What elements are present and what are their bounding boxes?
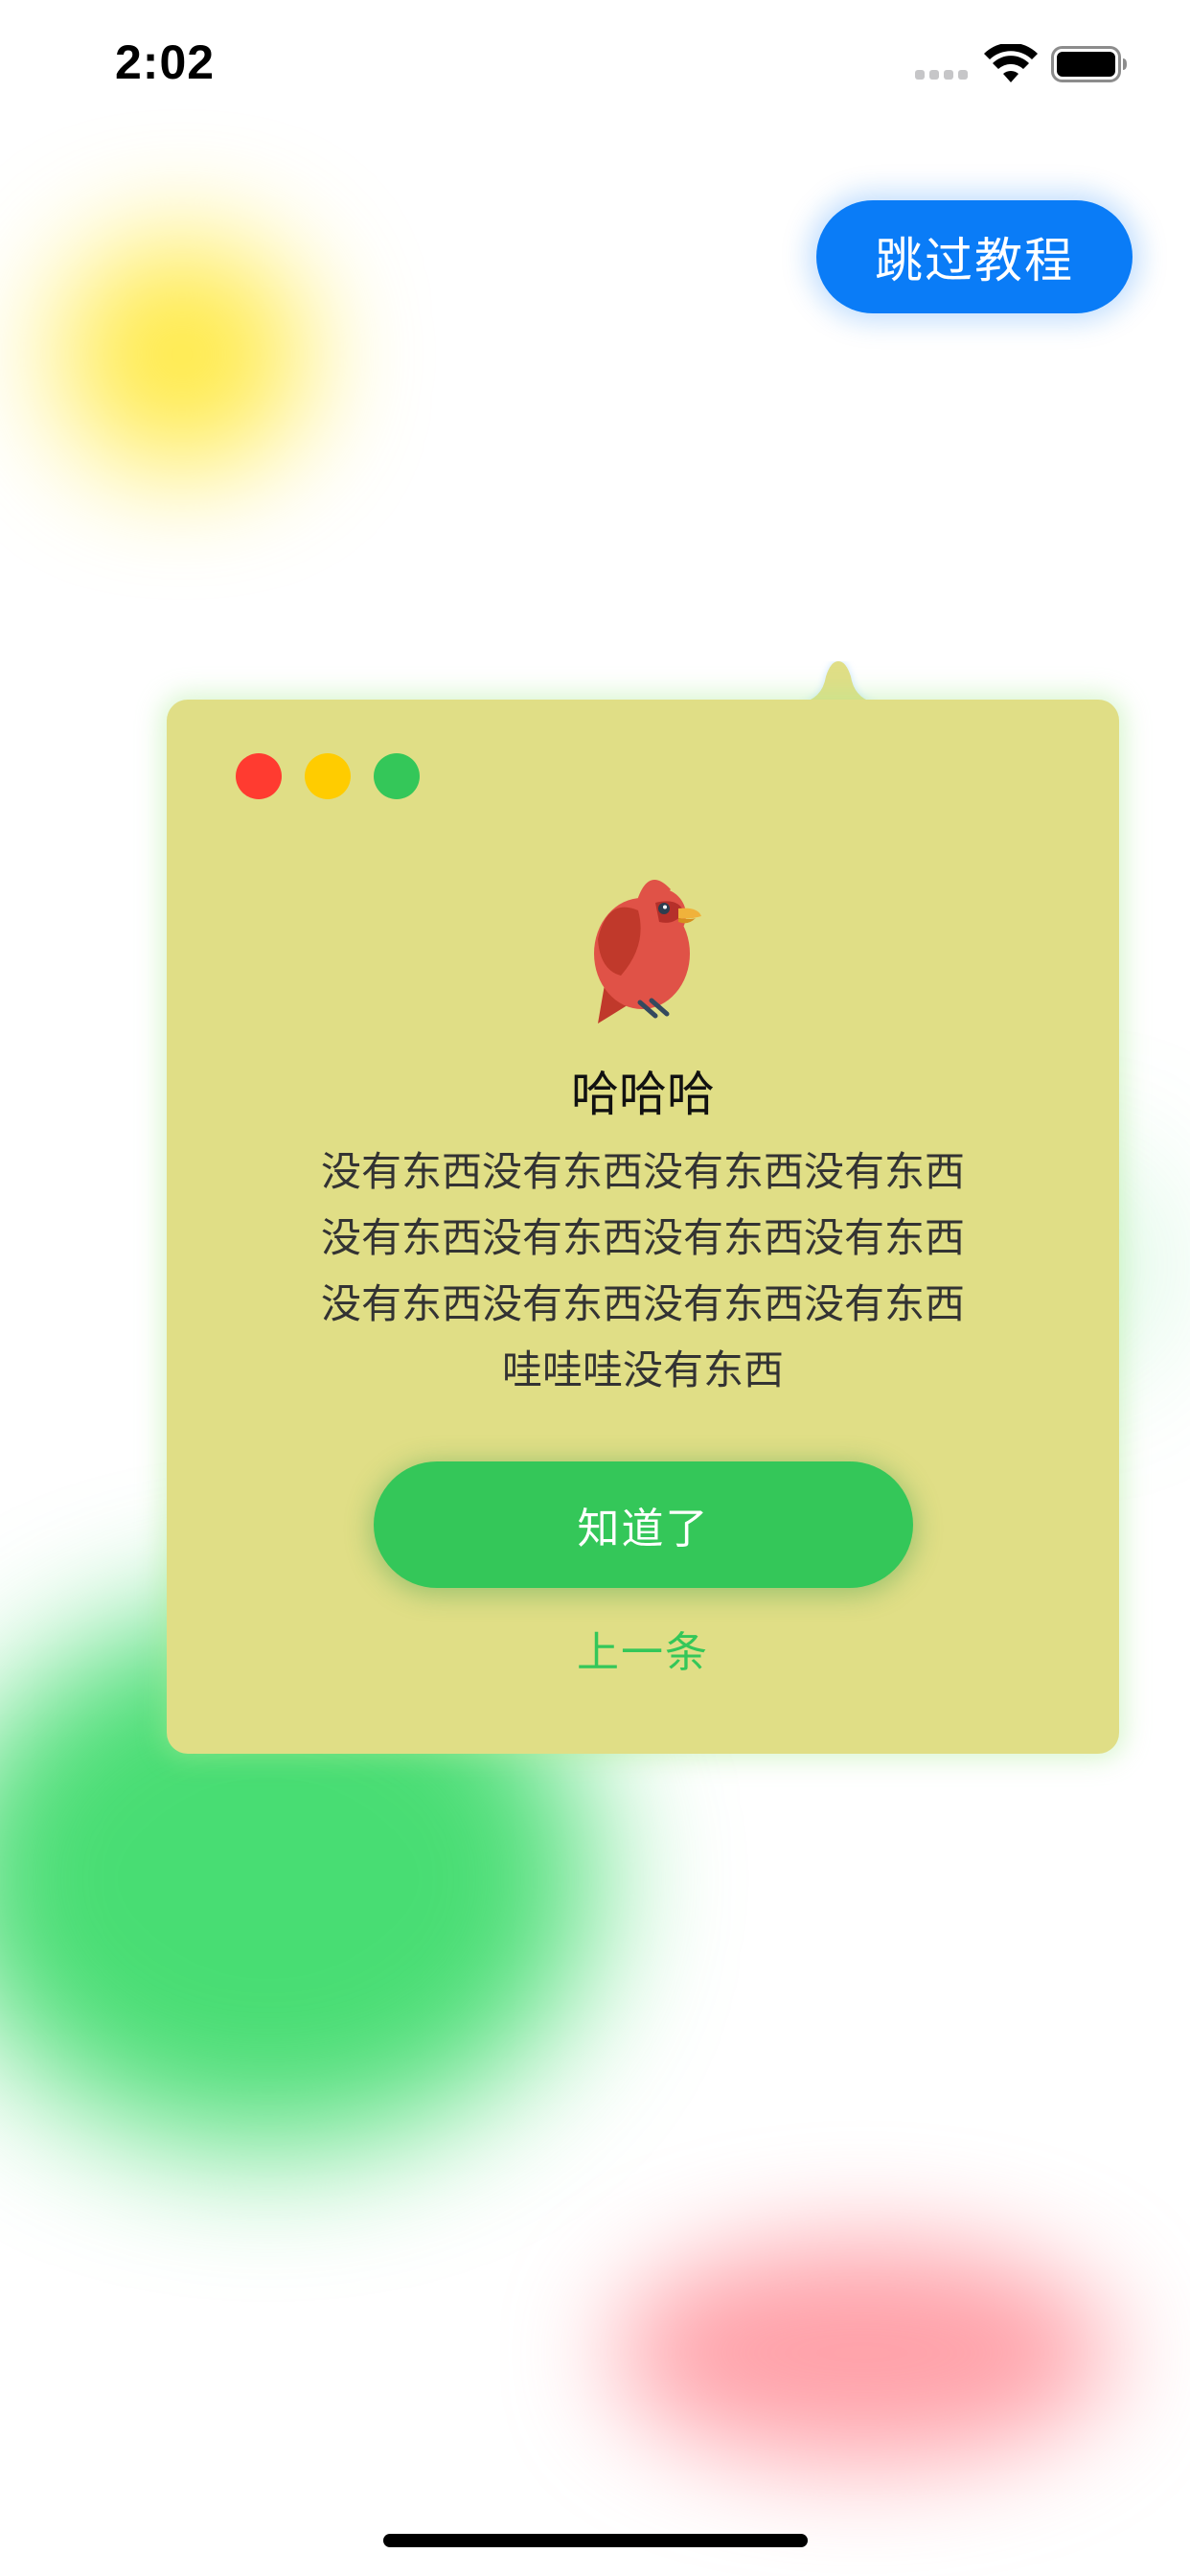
- popup-card: 哈哈哈 没有东西没有东西没有东西没有东西 没有东西没有东西没有东西没有东西 没有…: [167, 700, 1119, 1754]
- background-blob-red: [613, 2242, 1111, 2463]
- background-blob-yellow: [57, 240, 307, 470]
- status-time: 2:02: [115, 35, 216, 89]
- close-dot-icon[interactable]: [236, 753, 282, 799]
- wifi-icon: [984, 44, 1038, 82]
- popup-message: 没有东西没有东西没有东西没有东西 没有东西没有东西没有东西没有东西 没有东西没有…: [320, 1148, 965, 1393]
- popup-pointer: [799, 661, 878, 703]
- minimize-dot-icon[interactable]: [305, 753, 351, 799]
- zoom-dot-icon[interactable]: [374, 753, 420, 799]
- signal-dots-icon: [915, 70, 968, 80]
- got-it-button[interactable]: 知道了: [374, 1461, 913, 1588]
- window-controls: [236, 753, 420, 799]
- status-bar: 2:02: [0, 0, 1190, 134]
- cardinal-bird-icon: [594, 879, 701, 1024]
- battery-icon: [1051, 46, 1127, 82]
- home-indicator[interactable]: [383, 2534, 808, 2547]
- previous-tip-link[interactable]: 上一条: [167, 1618, 1119, 1679]
- skip-tutorial-button[interactable]: 跳过教程: [816, 200, 1133, 313]
- tutorial-popup: 哈哈哈 没有东西没有东西没有东西没有东西 没有东西没有东西没有东西没有东西 没有…: [167, 661, 1119, 1756]
- tutorial-screen: 2:02 跳过教程 哈哈哈 没有东西没有东西没有东西没有东西 没有东西没有东西没…: [0, 0, 1190, 2576]
- popup-title: 哈哈哈: [571, 1067, 715, 1122]
